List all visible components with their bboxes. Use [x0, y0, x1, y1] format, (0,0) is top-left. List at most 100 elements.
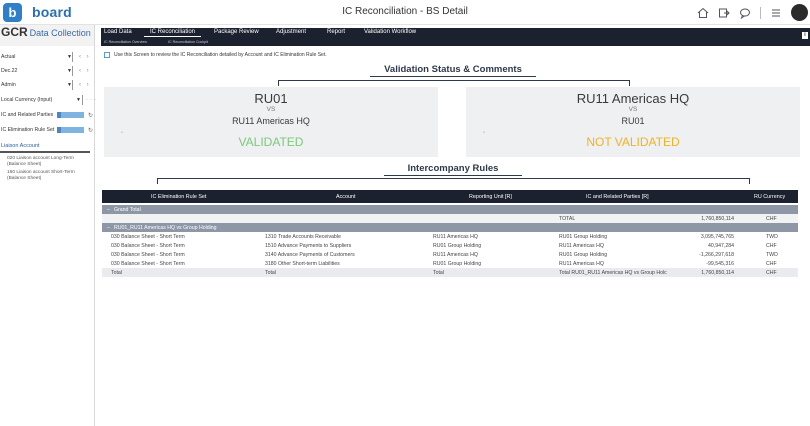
top-bar: b board IC Reconciliation - BS Detail — [0, 0, 810, 25]
cell-ic: RU01 Group Holding — [559, 252, 608, 258]
selector-bar[interactable] — [57, 127, 84, 133]
export-icon[interactable] — [718, 7, 730, 19]
selector-period[interactable]: Dec.22 ▼ ‹ › — [0, 65, 95, 77]
cell-ru: RU01 Group Holding — [433, 243, 482, 249]
table-row-total[interactable]: TOTAL 1,760,850,114 CHF — [102, 214, 798, 223]
tab-package-review[interactable]: Package Review — [214, 29, 259, 35]
col-reporting-unit[interactable]: Reporting Unit [R] — [469, 194, 512, 200]
table-row-group[interactable]: – RU01_RU11 Americas HQ vs Group Holding — [102, 223, 798, 232]
collapse-icon[interactable]: – — [107, 225, 110, 231]
cell-account: 1310 Trade Accounts Receivable — [265, 234, 341, 240]
tab-load-data[interactable]: Load Data — [104, 29, 132, 35]
liaison-item[interactable]: 020 Liaison account Long-Term (Balance S… — [7, 156, 87, 167]
tab-report[interactable]: Report — [327, 29, 345, 35]
avatar[interactable] — [791, 4, 808, 21]
more-icon[interactable]: ··· — [86, 97, 98, 103]
cell-ic: RU01 Group Holding — [559, 234, 608, 240]
cell-currency: CHF — [766, 243, 777, 249]
card-status-validated: VALIDATED — [238, 135, 304, 149]
divider — [82, 95, 83, 105]
selector-bar[interactable] — [57, 112, 84, 118]
grand-total-label: Grand Total — [114, 207, 141, 213]
top-icons — [697, 3, 808, 22]
page-title: IC Reconciliation - BS Detail — [342, 6, 468, 17]
separator — [760, 6, 761, 19]
cell-rule: 030 Balance Sheet - Short Term — [111, 243, 185, 249]
tab-adjustment[interactable]: Adjustment — [276, 29, 306, 35]
collapse-icon[interactable]: – — [107, 207, 110, 213]
table-row[interactable]: 030 Balance Sheet - Short Term 3140 Adva… — [102, 250, 798, 259]
refresh-icon[interactable]: ↻ — [88, 112, 93, 119]
divider — [72, 52, 73, 62]
prev-next-icon[interactable]: ‹ › — [79, 54, 91, 60]
validation-title: Validation Status & Comments — [384, 64, 522, 75]
table-row-total[interactable]: Total Total Total Total RU01_RU11 Americ… — [102, 268, 798, 277]
gcr-label: GCR — [1, 25, 28, 39]
card-entity: RU01 — [254, 91, 288, 106]
cell-account: 1510 Advance Payments to Suppliers — [265, 243, 352, 249]
info-icon[interactable]: i — [802, 32, 808, 39]
cell-amount: 40,947,284 — [708, 243, 734, 249]
card-dot: ● — [483, 130, 485, 134]
tab-ic-reconciliation[interactable]: IC Reconciliation — [143, 29, 202, 37]
cell-account: 3180 Other Short-term Liabilities — [265, 261, 340, 267]
tab-validation-workflow[interactable]: Validation Workflow — [364, 29, 416, 35]
cell-total-label: TOTAL — [559, 216, 576, 222]
selector-label: IC and Related Parties — [1, 112, 54, 118]
left-panel-header: GCR Data Collection — [0, 25, 94, 46]
cell-ru: RU11 Americas HQ — [433, 252, 478, 258]
prev-next-icon[interactable]: ‹ › — [79, 82, 91, 88]
card-vs: VS — [628, 106, 638, 113]
cell-rule: 030 Balance Sheet - Short Term — [111, 261, 185, 267]
col-ru-currency[interactable]: RU Currency — [754, 194, 785, 200]
selector-currency[interactable]: Local Currency (Input) ▼ ··· — [0, 94, 98, 106]
group-label: RU01_RU11 Americas HQ vs Group Holding — [114, 225, 217, 231]
selector-bar-handle — [57, 112, 61, 118]
prev-next-icon[interactable]: ‹ › — [79, 68, 91, 74]
data-collection-label: Data Collection — [29, 28, 91, 38]
dropdown-arrow-icon[interactable]: ▼ — [76, 97, 81, 103]
table-row[interactable]: 030 Balance Sheet - Short Term 1310 Trad… — [102, 232, 798, 241]
selector-entity[interactable]: Admin ▼ ‹ › — [0, 79, 95, 91]
cell-currency: TWD — [766, 234, 778, 240]
instruction-text: Use this Screen to review the IC Reconci… — [114, 52, 327, 58]
cell-account: Total — [265, 270, 276, 276]
validation-title-underline — [370, 76, 536, 77]
cell-ic: RU11 Americas HQ — [559, 243, 604, 249]
cell-currency: CHF — [766, 261, 777, 267]
col-rule-set[interactable]: IC Elimination Rule Set — [151, 194, 206, 200]
cell-currency: CHF — [766, 270, 777, 276]
selector-label: IC Elimination Rule Set — [1, 127, 55, 133]
col-account[interactable]: Account — [336, 194, 355, 200]
cell-amount: 1,760,850,114 — [701, 216, 734, 222]
cell-amount: -1,266,297,618 — [699, 252, 734, 258]
table-row-grand-total[interactable]: – Grand Total — [102, 205, 798, 214]
cell-amount: 3,095,745,765 — [700, 234, 734, 240]
liaison-item[interactable]: 160 Liaison account Short-Term (Balance … — [7, 170, 87, 181]
card-dot: ● — [121, 130, 123, 134]
liaison-account-title: Liaison Account — [1, 143, 40, 149]
subtab-ic-overview[interactable]: IC Reconciliation Overview — [104, 40, 147, 44]
selector-ic-rule-set[interactable]: IC Elimination Rule Set ↻ — [0, 124, 95, 136]
cell-ic: RU11 Americas HQ — [559, 261, 604, 267]
selector-label: Local Currency (Input) — [1, 97, 53, 103]
selector-label: Admin — [1, 82, 16, 88]
refresh-icon[interactable]: ↻ — [88, 127, 93, 134]
table-row[interactable]: 030 Balance Sheet - Short Term 3180 Othe… — [102, 259, 798, 268]
menu-icon[interactable] — [770, 7, 782, 19]
selector-scenario[interactable]: Actual ▼ ‹ › — [0, 51, 95, 63]
checkbox[interactable] — [104, 52, 110, 58]
validation-card-ru11: RU11 Americas HQ VS RU01 NOT VALIDATED ● — [466, 87, 800, 157]
selector-ic-related-parties[interactable]: IC and Related Parties ↻ — [0, 109, 95, 121]
card-counterpart: RU01 — [621, 116, 645, 126]
cell-amount: -99,545,316 — [706, 261, 734, 267]
home-icon[interactable] — [697, 7, 709, 19]
cell-amount: 1,760,850,114 — [701, 270, 734, 276]
card-status-not-validated: NOT VALIDATED — [586, 135, 680, 149]
table-row[interactable]: 030 Balance Sheet - Short Term 1510 Adva… — [102, 241, 798, 250]
subtab-ic-cockpit[interactable]: IC Reconciliation Cockpit — [168, 40, 208, 44]
cell-currency: TWD — [766, 252, 778, 258]
col-ic-parties[interactable]: IC and Related Parties [R] — [586, 194, 649, 200]
cell-ru: Total — [433, 270, 444, 276]
comment-icon[interactable] — [739, 7, 751, 19]
